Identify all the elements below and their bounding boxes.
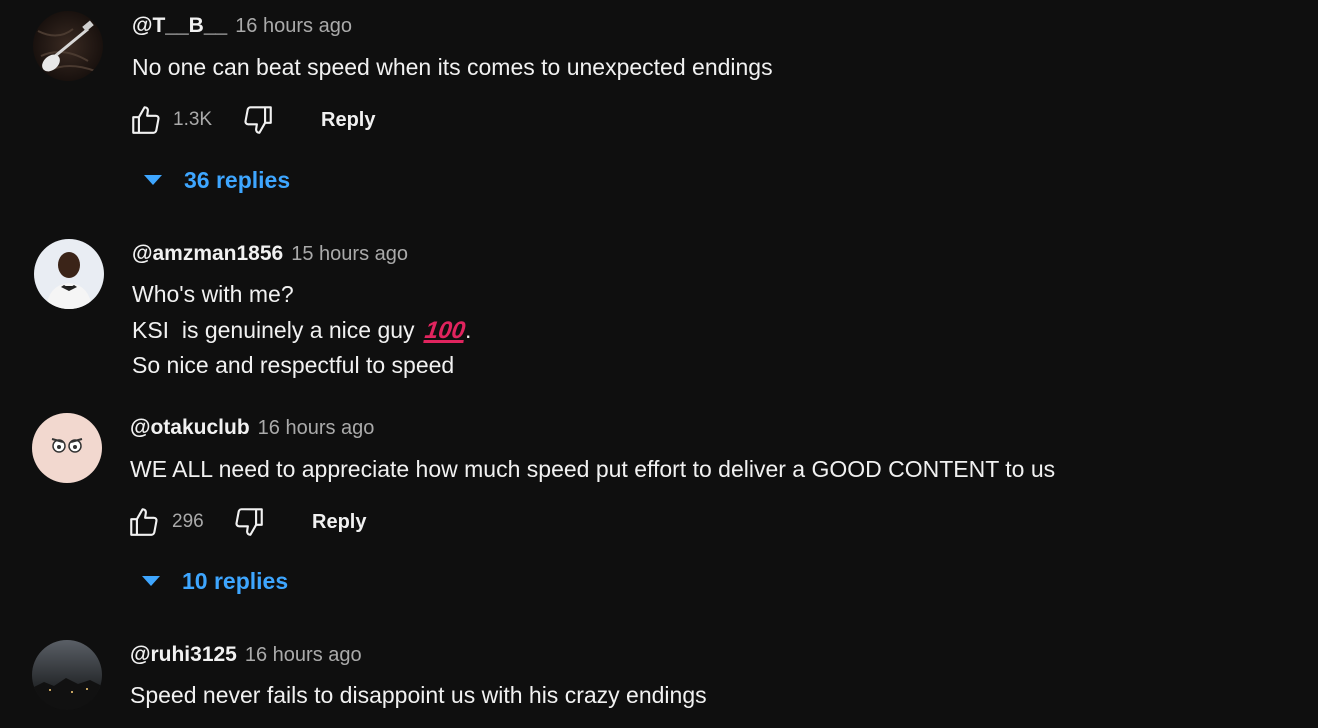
caret-down-icon <box>142 576 160 586</box>
comment-timestamp[interactable]: 16 hours ago <box>235 15 352 37</box>
view-replies-button[interactable]: 36 replies <box>144 160 290 200</box>
avatar[interactable] <box>32 640 102 710</box>
like-count: 1.3K <box>173 109 213 130</box>
comment-author[interactable]: @T__B__ <box>132 14 227 37</box>
reply-button[interactable]: Reply <box>312 508 366 536</box>
comment-line: KSI is genuinely a nice guy 100. <box>132 313 471 349</box>
view-replies-button[interactable]: 10 replies <box>142 561 288 601</box>
comment-header: @T__B__ 16 hours ago <box>132 12 352 40</box>
avatar[interactable] <box>33 11 103 81</box>
caret-down-icon <box>144 175 162 185</box>
avatar[interactable] <box>34 239 104 309</box>
like-button[interactable] <box>128 102 164 138</box>
person-avatar-image <box>34 239 104 309</box>
comment-author[interactable]: @otakuclub <box>130 416 250 439</box>
comment-text: Speed never fails to disappoint us with … <box>130 682 707 708</box>
comment-text: WE ALL need to appreciate how much speed… <box>130 456 1056 482</box>
like-count: 296 <box>172 511 204 532</box>
comment-header: @otakuclub 16 hours ago <box>130 414 374 442</box>
hundred-points-icon: 100 <box>423 316 467 344</box>
comment-text: No one can beat speed when its comes to … <box>132 54 773 80</box>
thumbs-up-icon <box>130 508 158 536</box>
dislike-button[interactable] <box>240 102 276 138</box>
thumbs-up-icon <box>132 106 160 134</box>
comment-text: Who's with me? KSI is genuinely a nice g… <box>132 277 471 384</box>
thumbs-down-icon <box>235 508 263 536</box>
comment-timestamp[interactable]: 16 hours ago <box>258 417 375 439</box>
guitar-avatar-image <box>33 11 103 81</box>
comment-header: @ruhi3125 16 hours ago <box>130 641 362 669</box>
dislike-button[interactable] <box>231 504 267 540</box>
cartoon-face-avatar-image <box>32 413 102 483</box>
comment-author[interactable]: @amzman1856 <box>132 242 283 265</box>
night-sky-avatar-image <box>32 640 102 710</box>
comment-line-text: KSI is genuinely a nice guy <box>132 316 415 343</box>
reply-button[interactable]: Reply <box>321 106 375 134</box>
comment-line: So nice and respectful to speed <box>132 352 455 378</box>
replies-count: 36 replies <box>184 166 291 193</box>
replies-count: 10 replies <box>182 567 289 594</box>
thumbs-down-icon <box>244 106 272 134</box>
comment-timestamp[interactable]: 16 hours ago <box>245 644 362 666</box>
comment-author[interactable]: @ruhi3125 <box>130 643 237 666</box>
comment-header: @amzman1856 15 hours ago <box>132 240 408 268</box>
comment-timestamp[interactable]: 15 hours ago <box>291 243 408 265</box>
comment-line: Who's with me? <box>132 281 294 307</box>
like-button[interactable] <box>126 504 162 540</box>
avatar[interactable] <box>32 413 102 483</box>
